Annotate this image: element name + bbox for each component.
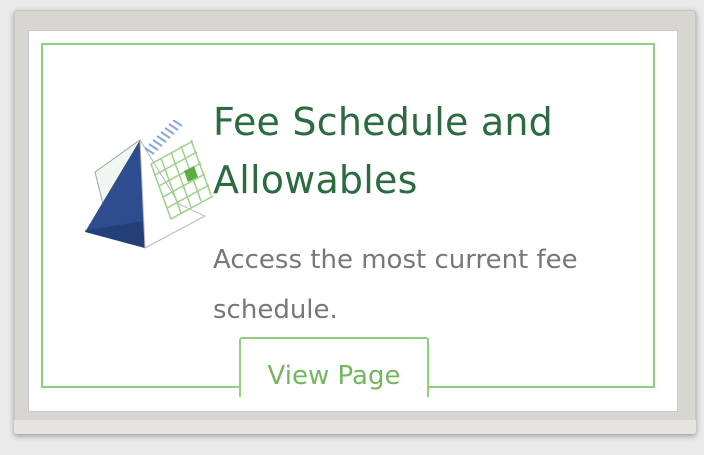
calendar-icon bbox=[83, 119, 225, 260]
feature-panel: Fee Schedule and Allowables Access the m… bbox=[28, 30, 678, 412]
card-description: Access the most current fee schedule. bbox=[213, 245, 578, 325]
view-page-button[interactable]: View Page bbox=[239, 337, 429, 397]
card-title: Fee Schedule and Allowables bbox=[213, 100, 554, 202]
